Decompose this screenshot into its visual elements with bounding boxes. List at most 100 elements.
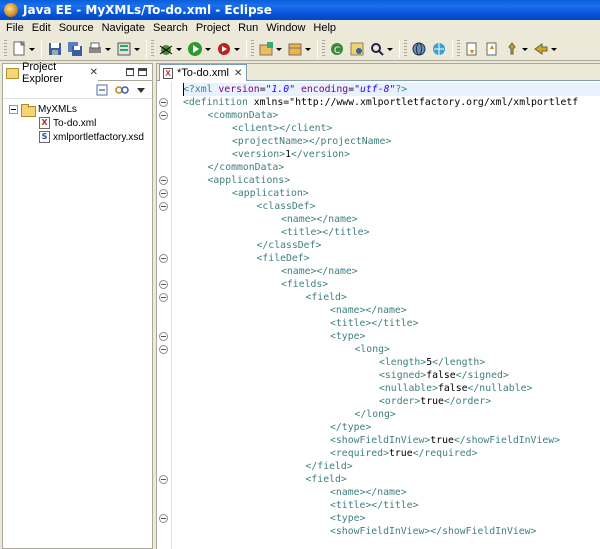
code-line[interactable]: <long> (183, 343, 390, 356)
fold-toggle-icon[interactable] (159, 475, 168, 484)
dropdown-arrow-icon[interactable] (234, 41, 240, 57)
fold-toggle-icon[interactable] (159, 254, 168, 263)
run-icon[interactable] (187, 41, 203, 57)
fold-toggle-icon[interactable] (159, 293, 168, 302)
fold-toggle-icon[interactable] (159, 176, 168, 185)
menu-window[interactable]: Window (262, 20, 309, 37)
code-line[interactable]: <name></name> (183, 486, 407, 499)
fold-toggle-icon[interactable] (159, 189, 168, 198)
code-line[interactable]: <signed>false</signed> (183, 369, 509, 382)
new-package-icon[interactable] (287, 41, 303, 57)
menu-project[interactable]: Project (192, 20, 234, 37)
dropdown-arrow-icon[interactable] (276, 41, 282, 57)
fold-toggle-icon[interactable] (159, 98, 168, 107)
external-tools-icon[interactable] (216, 41, 232, 57)
fold-toggle-icon[interactable] (159, 202, 168, 211)
code-line[interactable]: <showFieldInView></showFieldInView> (183, 525, 536, 538)
prev-annotation-icon[interactable] (484, 41, 500, 57)
new-java-project-icon[interactable] (258, 41, 274, 57)
dropdown-arrow-icon[interactable] (522, 41, 528, 57)
open-type-icon[interactable] (349, 41, 365, 57)
code-line[interactable]: <commonData> (183, 109, 279, 122)
dropdown-arrow-icon[interactable] (134, 41, 140, 57)
code-line[interactable]: <version>1</version> (183, 148, 350, 161)
new-icon[interactable] (11, 40, 27, 57)
save-all-icon[interactable] (67, 41, 83, 57)
collapse-all-icon[interactable] (96, 84, 110, 96)
view-menu-icon[interactable] (134, 84, 148, 96)
menu-help[interactable]: Help (309, 20, 340, 37)
print-icon[interactable] (87, 41, 103, 57)
tree-item-file[interactable]: S xmlportletfactory.xsd (39, 130, 144, 144)
code-line[interactable]: <definition xmlns="http://www.xmlportlet… (183, 96, 578, 109)
code-line[interactable]: <length>5</length> (183, 356, 485, 369)
code-line[interactable]: <title></title> (183, 317, 419, 330)
fold-toggle-icon[interactable] (159, 345, 168, 354)
new-class-icon[interactable]: C (329, 41, 345, 57)
dropdown-arrow-icon[interactable] (305, 41, 311, 57)
tab-project-explorer[interactable]: Project Explorer ✕ (3, 61, 98, 85)
code-line[interactable]: </classDef> (183, 239, 322, 252)
code-line[interactable]: <type> (183, 330, 365, 343)
toolbar-grip[interactable] (457, 39, 460, 58)
code-line[interactable]: <title></title> (183, 226, 370, 239)
new-server-icon[interactable] (116, 41, 132, 57)
code-line[interactable]: </long> (183, 408, 396, 421)
menu-run[interactable]: Run (234, 20, 262, 37)
menu-search[interactable]: Search (149, 20, 192, 37)
code-line[interactable]: <type> (183, 512, 365, 525)
code-line[interactable]: <fileDef> (183, 252, 310, 265)
collapse-icon[interactable] (9, 104, 18, 114)
debug-icon[interactable] (158, 41, 174, 57)
dropdown-arrow-icon[interactable] (205, 41, 211, 57)
code-line[interactable]: <name></name> (183, 265, 358, 278)
code-line[interactable]: <applications> (183, 174, 291, 187)
menu-navigate[interactable]: Navigate (98, 20, 149, 37)
web-browser-icon[interactable] (431, 41, 447, 57)
tree-item-file[interactable]: X To-do.xml (39, 116, 96, 130)
code-line[interactable]: </commonData> (183, 161, 285, 174)
code-line[interactable]: <application> (183, 187, 309, 200)
code-line[interactable]: <field> (183, 291, 347, 304)
code-line[interactable]: <title></title> (183, 499, 419, 512)
minimize-icon[interactable] (126, 68, 134, 76)
next-annotation-icon[interactable] (464, 41, 480, 57)
code-line[interactable]: <showFieldInView>true</showFieldInView> (183, 434, 560, 447)
code-line[interactable]: <nullable>false</nullable> (183, 382, 532, 395)
close-icon[interactable]: ✕ (90, 67, 98, 78)
code-line[interactable]: <?xml version="1.0" encoding="utf-8"?> (183, 83, 600, 96)
fold-toggle-icon[interactable] (159, 280, 168, 289)
dropdown-arrow-icon[interactable] (387, 41, 393, 57)
menu-source[interactable]: Source (55, 20, 98, 37)
code-line[interactable]: <order>true</order> (183, 395, 491, 408)
code-line[interactable]: <client></client> (183, 122, 332, 135)
dropdown-arrow-icon[interactable] (176, 41, 182, 57)
menu-file[interactable]: File (2, 20, 28, 37)
save-icon[interactable] (47, 41, 63, 57)
toolbar-grip[interactable] (4, 39, 7, 58)
toolbar-grip[interactable] (322, 39, 325, 58)
toolbar-grip[interactable] (151, 39, 154, 58)
tab-to-do-xml[interactable]: X *To-do.xml ✕ (159, 64, 247, 81)
maximize-icon[interactable] (138, 68, 147, 76)
dropdown-arrow-icon[interactable] (551, 41, 557, 57)
pin-icon[interactable] (504, 41, 520, 57)
fold-gutter[interactable] (157, 82, 171, 549)
close-icon[interactable]: ✕ (234, 68, 242, 79)
fold-toggle-icon[interactable] (159, 514, 168, 523)
toolbar-grip[interactable] (251, 39, 254, 58)
toolbar-grip[interactable] (404, 39, 407, 58)
code-line[interactable]: <projectName></projectName> (183, 135, 391, 148)
menu-edit[interactable]: Edit (28, 20, 55, 37)
link-with-editor-icon[interactable] (115, 84, 129, 96)
dropdown-arrow-icon[interactable] (105, 41, 111, 57)
fold-toggle-icon[interactable] (159, 332, 168, 341)
code-line[interactable]: <classDef> (183, 200, 316, 213)
search-icon[interactable] (369, 41, 385, 57)
code-line[interactable]: </field> (183, 460, 353, 473)
fold-toggle-icon[interactable] (159, 111, 168, 120)
code-line[interactable]: <name></name> (183, 304, 407, 317)
code-line[interactable]: <field> (183, 473, 347, 486)
dropdown-arrow-icon[interactable] (29, 41, 35, 57)
code-line[interactable]: </type> (183, 421, 371, 434)
